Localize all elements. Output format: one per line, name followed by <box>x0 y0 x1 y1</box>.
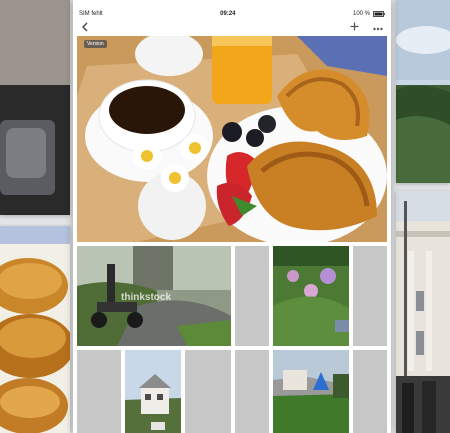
bg-card-room[interactable] <box>0 0 70 215</box>
grid-tile-segway[interactable]: thinkstock <box>77 246 231 346</box>
battery-label: 100 % <box>352 11 370 17</box>
grid-tile-blank-5[interactable] <box>235 350 269 433</box>
status-bar: SIM fehlt 09:24 100 % <box>73 8 391 20</box>
bg-card-croissant[interactable] <box>0 226 70 433</box>
building-photo <box>396 191 450 433</box>
grid-tile-hydrangea[interactable] <box>273 246 349 346</box>
add-button[interactable] <box>350 22 359 34</box>
bg-card-building[interactable] <box>396 191 450 433</box>
carrier-label: SIM fehlt <box>79 11 103 17</box>
hydrangea-image <box>273 246 349 346</box>
grid-tile-blank-4[interactable] <box>185 350 231 433</box>
landscape-photo <box>396 0 450 183</box>
grid-tile-blank-3[interactable] <box>77 350 121 433</box>
status-icons: 100 % <box>353 11 385 17</box>
ellipsis-icon <box>373 27 383 31</box>
nav-bar <box>73 20 391 36</box>
watermark: thinkstock <box>121 292 172 303</box>
plus-icon <box>350 22 359 31</box>
grid-tile-blank-6[interactable] <box>353 350 387 433</box>
grid-tile-blank-2[interactable] <box>353 246 387 346</box>
room-photo <box>0 0 70 215</box>
more-button[interactable] <box>373 22 383 34</box>
chevron-left-icon <box>82 22 88 31</box>
battery-icon <box>373 11 385 17</box>
phone-screen: SIM fehlt 09:24 100 % Version thinkstock <box>73 0 391 433</box>
croissant-photo <box>0 226 70 433</box>
time-label: 09:24 <box>220 11 236 17</box>
breakfast-image <box>77 36 387 242</box>
house-image <box>125 350 181 433</box>
hero-photo[interactable]: Version <box>77 36 387 242</box>
grid-tile-blank-1[interactable] <box>235 246 269 346</box>
garden-image <box>273 350 349 433</box>
bg-card-landscape[interactable] <box>396 0 450 183</box>
hero-badge: Version <box>84 40 107 48</box>
back-button[interactable] <box>81 22 89 35</box>
grid-tile-garden[interactable] <box>273 350 349 433</box>
nav-actions <box>350 22 383 34</box>
grid-tile-house[interactable] <box>125 350 181 433</box>
